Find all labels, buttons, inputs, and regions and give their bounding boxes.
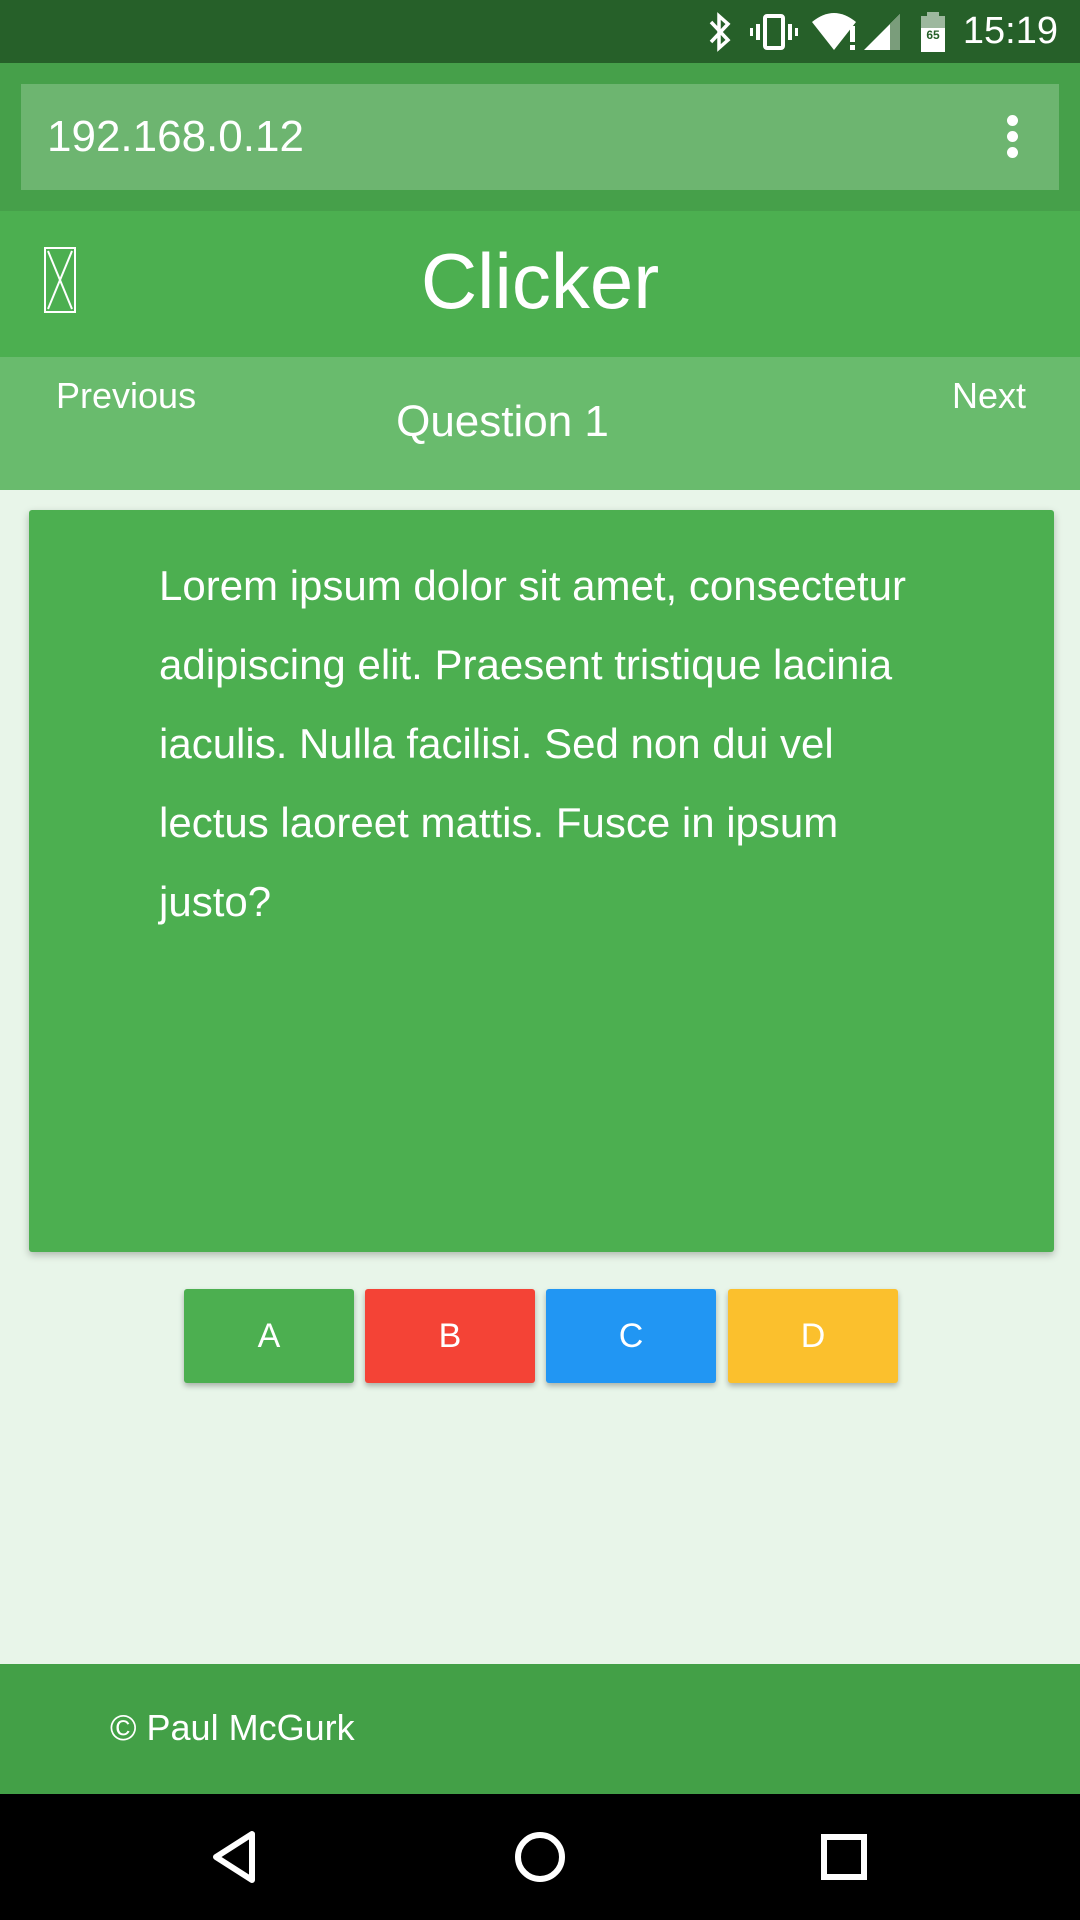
system-nav-bar — [0, 1794, 1080, 1920]
question-card: Lorem ipsum dolor sit amet, consectetur … — [29, 510, 1054, 1252]
status-bar: 65 15:19 — [0, 0, 1080, 63]
footer-copyright: © Paul McGurk — [110, 1707, 355, 1748]
back-icon[interactable] — [176, 1794, 296, 1920]
wifi-alert-icon — [812, 13, 856, 50]
next-link[interactable]: Next — [952, 375, 1026, 417]
cell-signal-icon — [864, 14, 900, 50]
url-text[interactable]: 192.168.0.12 — [47, 84, 304, 190]
status-time: 15:19 — [962, 10, 1058, 52]
address-bar[interactable]: 192.168.0.12 — [21, 84, 1059, 190]
question-text: Lorem ipsum dolor sit amet, consectetur … — [159, 562, 906, 925]
answer-d-button[interactable]: D — [728, 1289, 898, 1383]
question-number: Question 1 — [396, 397, 609, 446]
recents-icon[interactable] — [784, 1794, 904, 1920]
answer-a-button[interactable]: A — [184, 1289, 354, 1383]
browser-toolbar: 192.168.0.12 — [0, 63, 1080, 211]
home-icon[interactable] — [480, 1794, 600, 1920]
app-title: Clicker — [420, 237, 660, 325]
more-vert-icon[interactable] — [1007, 115, 1019, 159]
answer-b-button[interactable]: B — [365, 1289, 535, 1383]
vibrate-icon — [750, 14, 798, 50]
footer: © Paul McGurk — [0, 1664, 1080, 1794]
answer-c-button[interactable]: C — [546, 1289, 716, 1383]
bluetooth-icon — [709, 12, 731, 52]
question-nav: Previous Question 1 Next — [0, 357, 1080, 490]
app-header: Clicker — [0, 211, 1080, 357]
battery-level: 65 — [926, 28, 940, 42]
